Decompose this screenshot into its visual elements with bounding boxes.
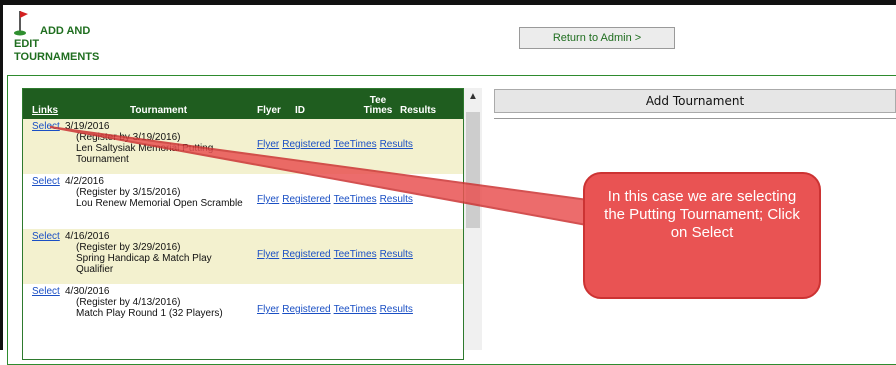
callout-box: In this case we are selecting the Puttin… [583, 172, 821, 299]
